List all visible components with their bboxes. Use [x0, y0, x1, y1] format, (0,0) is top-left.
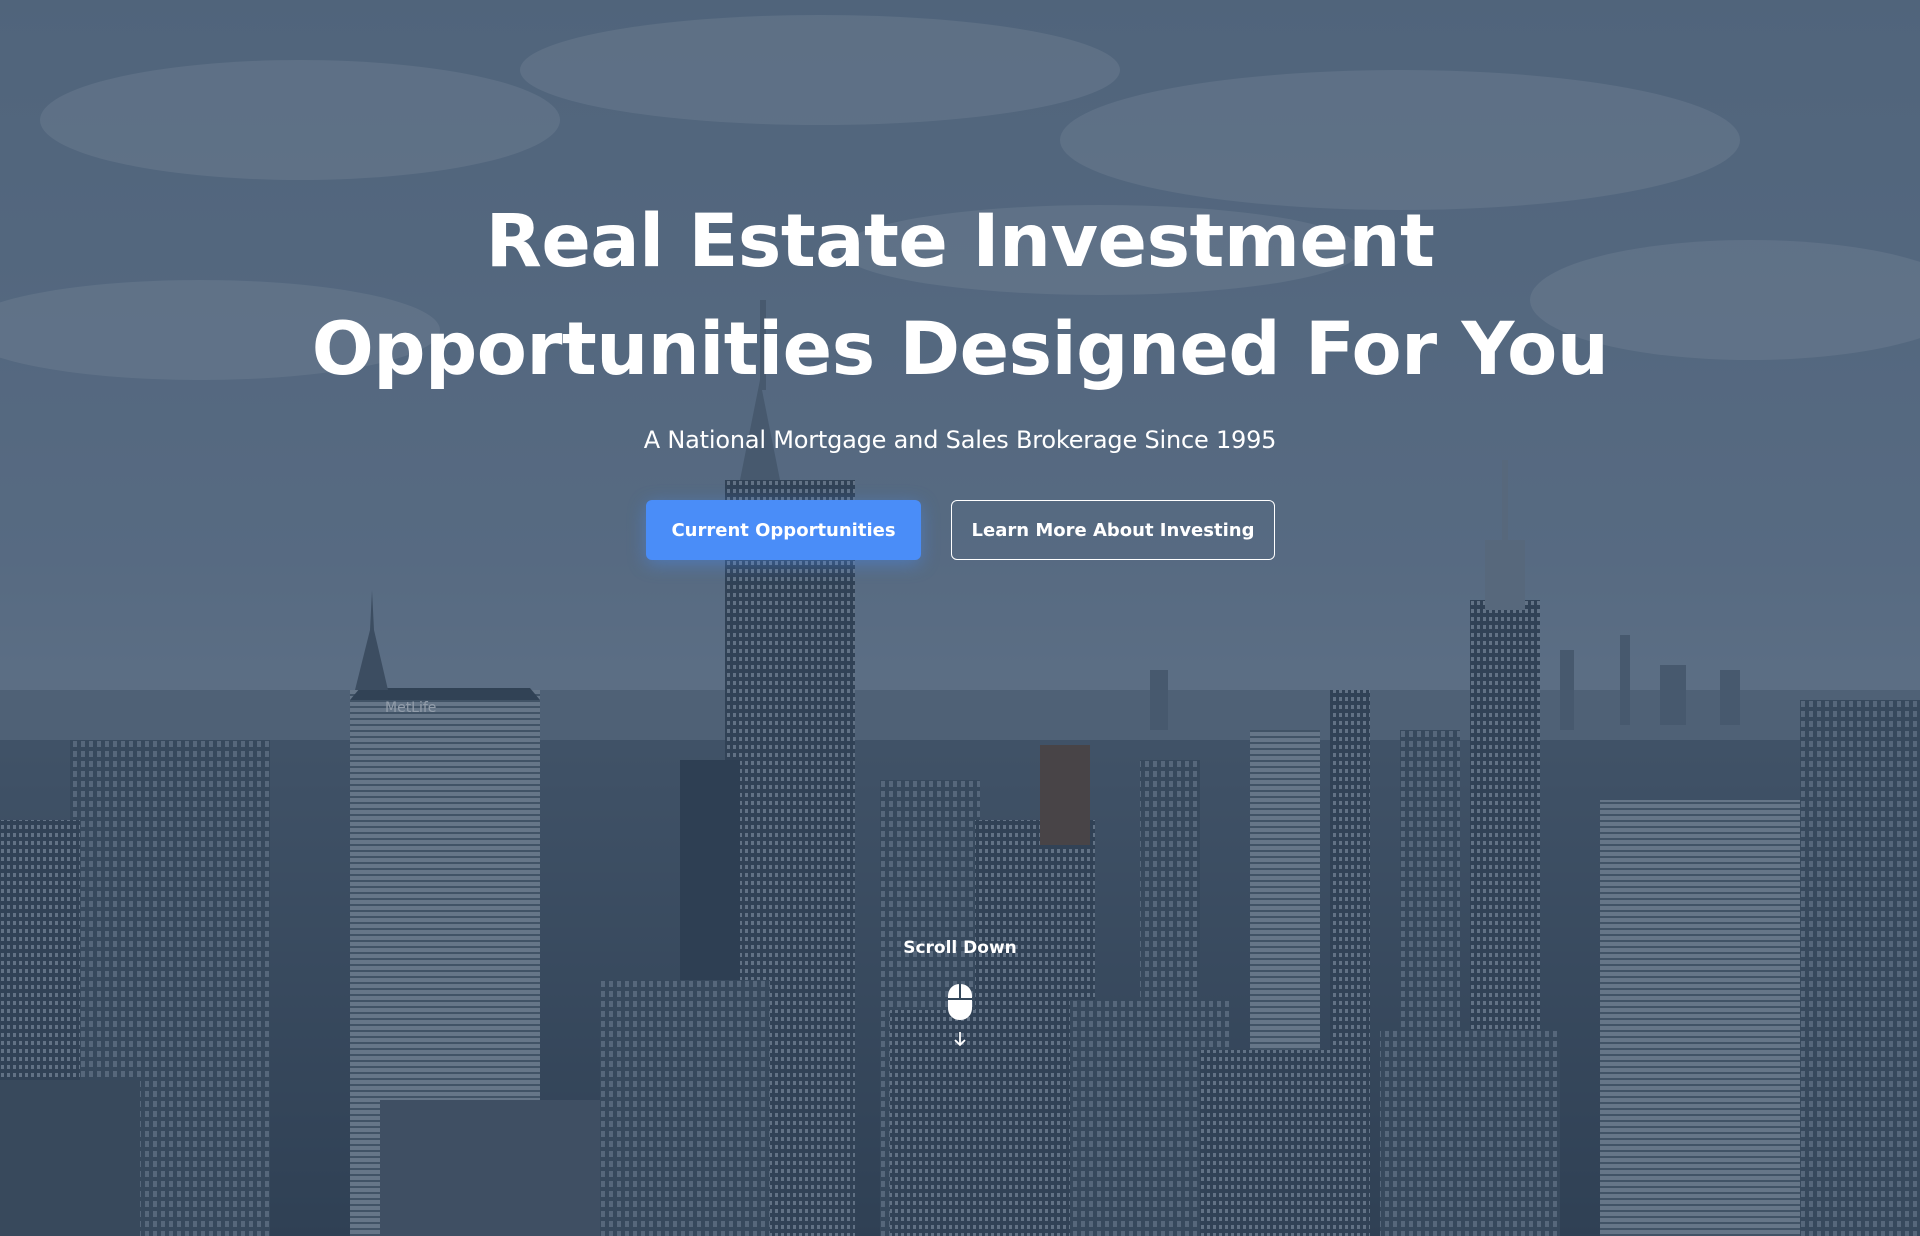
title-line-2: Opportunities Designed For You — [311, 307, 1609, 392]
scroll-down-indicator[interactable]: Scroll Down — [0, 938, 1920, 1047]
mouse-icon — [948, 984, 972, 1020]
learn-more-investing-button[interactable]: Learn More About Investing — [951, 500, 1275, 560]
background-overlay — [0, 0, 1920, 1236]
hero-subtitle: A National Mortgage and Sales Brokerage … — [643, 426, 1277, 454]
arrow-down-icon — [954, 1032, 966, 1047]
scroll-down-label: Scroll Down — [903, 938, 1017, 958]
title-line-1: Real Estate Investment — [485, 199, 1435, 284]
hero-section: MetLife Real Estate Investment — [0, 0, 1920, 1236]
current-opportunities-button[interactable]: Current Opportunities — [646, 500, 921, 560]
page-title: Real Estate Investment Opportunities Des… — [0, 188, 1920, 404]
